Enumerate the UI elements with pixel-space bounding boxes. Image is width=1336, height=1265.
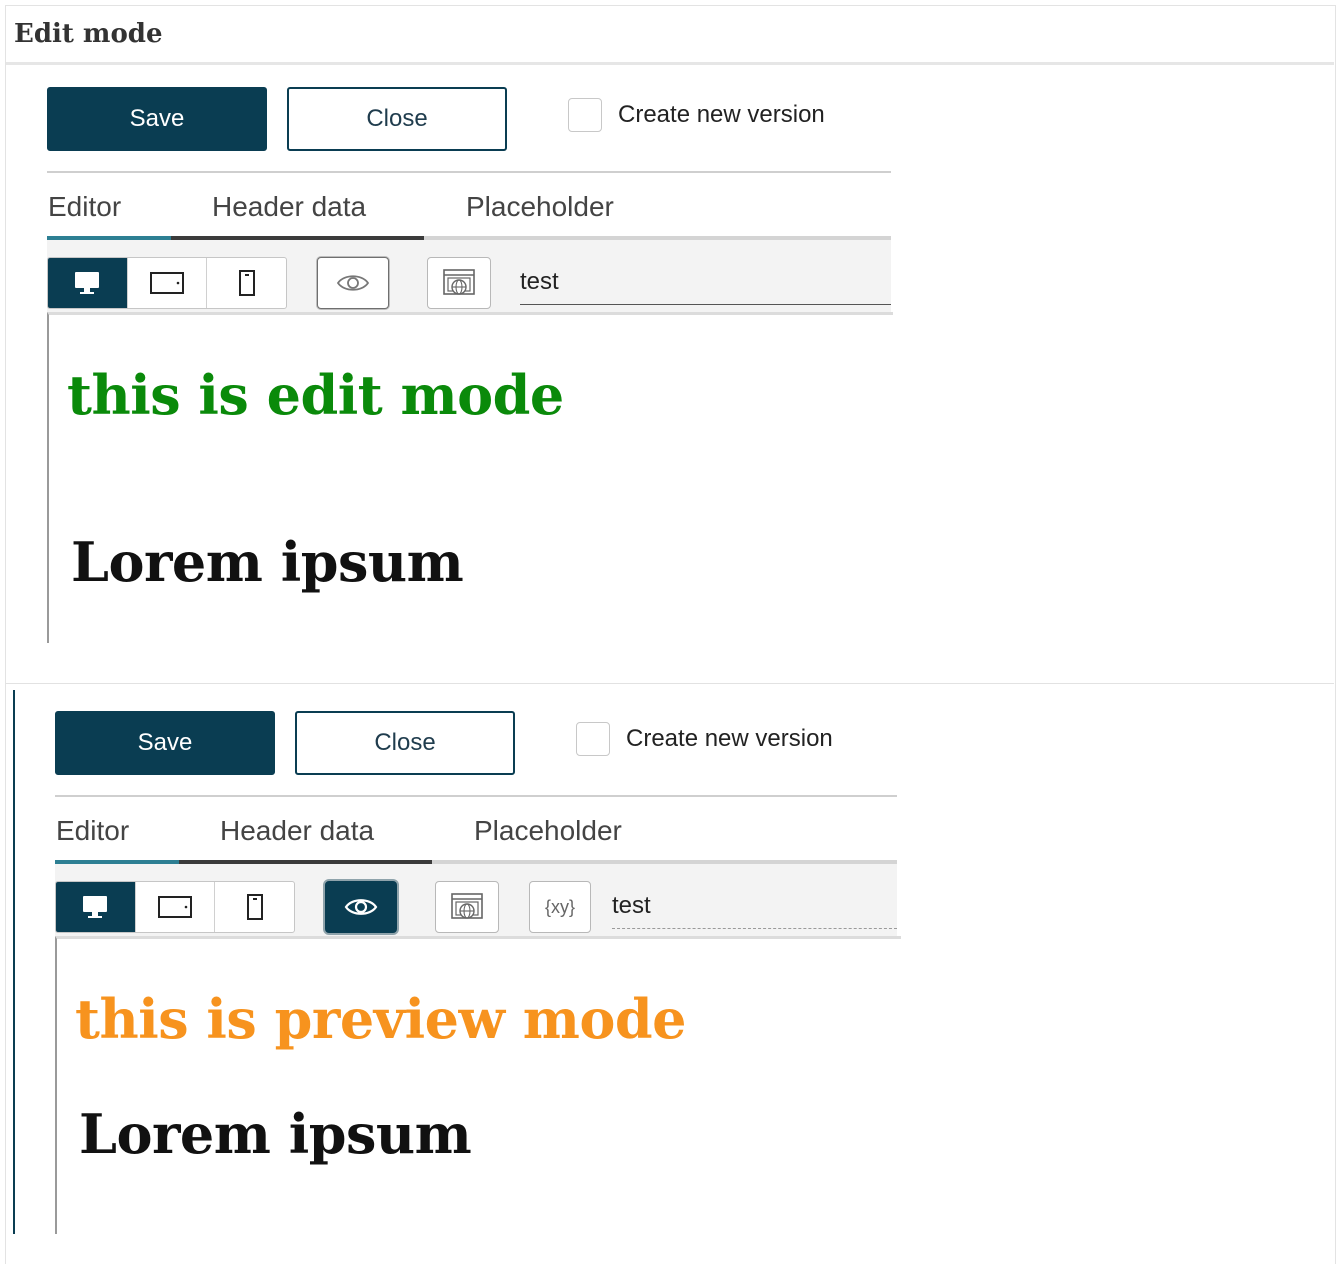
content-body: Lorem ipsum: [79, 1102, 472, 1166]
tab-editor[interactable]: Editor: [48, 191, 121, 223]
close-button[interactable]: Close: [287, 87, 507, 151]
create-new-version-checkbox[interactable]: [568, 98, 602, 132]
web-preview-button[interactable]: [435, 881, 499, 933]
tab-placeholder[interactable]: Placeholder: [466, 191, 614, 223]
desktop-view-button[interactable]: [56, 882, 136, 932]
web-preview-button[interactable]: [427, 257, 491, 309]
device-switcher: [47, 257, 287, 309]
variable-icon: {xy}: [544, 896, 576, 917]
panel-accent-line: [13, 690, 15, 1234]
tabs-separator: [47, 171, 891, 173]
content-heading: this is edit mode: [67, 363, 564, 427]
web-preview-icon: [451, 893, 483, 919]
tablet-view-button[interactable]: [128, 258, 208, 308]
save-button[interactable]: Save: [55, 711, 275, 775]
insert-variable-button[interactable]: {xy}: [529, 881, 591, 933]
create-new-version-label: Create new version: [618, 101, 825, 128]
desktop-icon: [83, 896, 108, 918]
desktop-icon: [75, 272, 100, 294]
name-field: test: [612, 892, 897, 929]
section-title: Edit mode: [14, 19, 163, 49]
eye-icon: [336, 275, 370, 291]
create-new-version-label: Create new version: [626, 725, 833, 752]
preview-toggle-button[interactable]: [317, 257, 389, 309]
editor-panel-preview-mode: Save Close Create new version Editor Hea…: [55, 711, 935, 1234]
mobile-icon: [238, 270, 255, 296]
device-switcher: [55, 881, 295, 933]
editor-content-area[interactable]: this is edit mode Lorem ipsum: [47, 312, 893, 643]
save-button[interactable]: Save: [47, 87, 267, 151]
preview-content-area: this is preview mode Lorem ipsum: [55, 936, 901, 1234]
section-header: Edit mode: [6, 6, 1334, 65]
name-field[interactable]: test: [520, 268, 891, 305]
editor-toolbar: {xy} test: [55, 864, 897, 936]
close-button[interactable]: Close: [295, 711, 515, 775]
tablet-view-button[interactable]: [136, 882, 216, 932]
section-divider: [6, 683, 1334, 684]
editor-toolbar: test: [47, 240, 891, 312]
name-field-value: test: [612, 892, 651, 919]
desktop-view-button[interactable]: [48, 258, 128, 308]
tablet-icon: [158, 896, 192, 918]
content-heading: this is preview mode: [75, 987, 687, 1051]
content-body: Lorem ipsum: [71, 530, 464, 594]
tab-header-data[interactable]: Header data: [220, 815, 374, 847]
web-preview-icon: [443, 269, 475, 295]
tabs-separator: [55, 795, 897, 797]
tab-header-data[interactable]: Header data: [212, 191, 366, 223]
mobile-view-button[interactable]: [207, 258, 286, 308]
tab-placeholder[interactable]: Placeholder: [474, 815, 622, 847]
mobile-view-button[interactable]: [215, 882, 294, 932]
create-new-version-checkbox[interactable]: [576, 722, 610, 756]
name-field-value: test: [520, 268, 559, 295]
eye-icon: [344, 899, 378, 915]
mobile-icon: [246, 894, 263, 920]
editor-panel-edit-mode: Save Close Create new version Editor Hea…: [47, 87, 927, 643]
tablet-icon: [150, 272, 184, 294]
preview-toggle-button[interactable]: [325, 881, 397, 933]
tab-editor[interactable]: Editor: [56, 815, 129, 847]
